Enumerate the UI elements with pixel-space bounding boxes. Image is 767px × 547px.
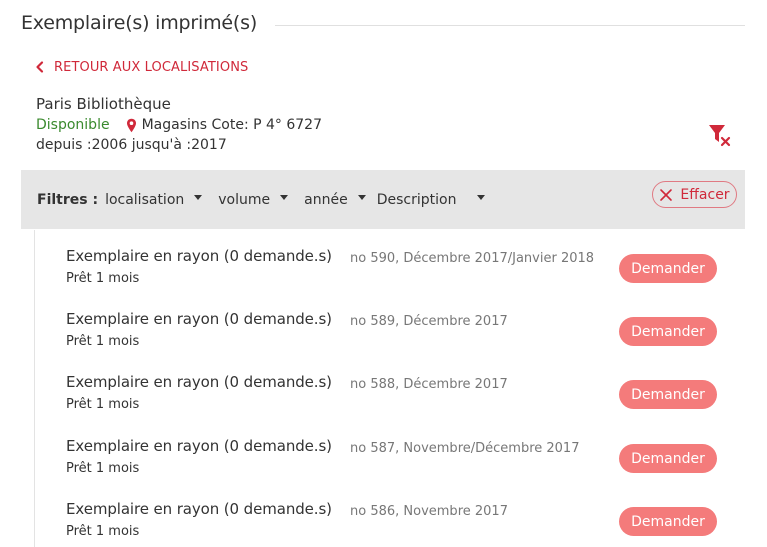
issue-description: no 589, Décembre 2017	[350, 314, 508, 329]
filter-localisation-label: localisation	[105, 191, 185, 208]
copy-status: Exemplaire en rayon (0 demande.s)	[66, 437, 332, 455]
loan-period: Prêt 1 mois	[66, 461, 140, 476]
caret-down-icon	[194, 195, 203, 200]
copies-list: Exemplaire en rayon (0 demande.s) Prêt 1…	[34, 230, 745, 547]
filter-localisation-dropdown[interactable]: localisation	[105, 188, 203, 212]
request-button[interactable]: Demander	[619, 254, 717, 283]
section-header: Exemplaire(s) imprimé(s)	[21, 9, 745, 37]
filter-description-label: Description	[376, 191, 457, 208]
library-info: Paris Bibliothèque Disponible Magasins C…	[36, 94, 322, 155]
copy-status: Exemplaire en rayon (0 demande.s)	[66, 310, 332, 328]
copy-status: Exemplaire en rayon (0 demande.s)	[66, 500, 332, 518]
clear-filters-label: Effacer	[680, 186, 730, 203]
caret-down-icon	[357, 195, 366, 200]
loan-period: Prêt 1 mois	[66, 271, 140, 286]
issue-description: no 586, Novembre 2017	[350, 504, 508, 519]
shelf-location: Magasins Cote: P 4° 6727	[141, 117, 322, 133]
issue-description: no 588, Décembre 2017	[350, 377, 508, 392]
request-button[interactable]: Demander	[619, 380, 717, 409]
filter-remove-icon[interactable]	[707, 123, 733, 147]
library-name: Paris Bibliothèque	[36, 95, 171, 113]
list-item: Exemplaire en rayon (0 demande.s) Prêt 1…	[35, 293, 746, 356]
caret-down-icon	[477, 195, 486, 200]
filter-year-label: année	[304, 191, 348, 208]
loan-period: Prêt 1 mois	[66, 524, 140, 539]
filters-label: Filtres :	[37, 191, 99, 208]
back-link-label: RETOUR AUX LOCALISATIONS	[54, 59, 249, 75]
loan-period: Prêt 1 mois	[66, 397, 140, 412]
request-button[interactable]: Demander	[619, 317, 717, 346]
availability-status: Disponible	[36, 117, 110, 133]
copy-status: Exemplaire en rayon (0 demande.s)	[66, 373, 332, 391]
request-button[interactable]: Demander	[619, 507, 717, 536]
holding-dates: depuis :2006 jusqu'à :2017	[36, 137, 227, 153]
availability-row: Disponible Magasins Cote: P 4° 6727	[36, 115, 322, 135]
filter-volume-label: volume	[218, 191, 271, 208]
filter-bar: Filtres : localisation volume année Desc…	[21, 170, 745, 229]
section-divider	[275, 24, 745, 26]
issue-description: no 590, Décembre 2017/Janvier 2018	[350, 251, 595, 266]
issue-description: no 587, Novembre/Décembre 2017	[350, 441, 580, 456]
filter-volume-dropdown[interactable]: volume	[218, 188, 289, 212]
close-icon	[660, 188, 673, 201]
filter-year-dropdown[interactable]: année	[304, 188, 366, 212]
chevron-left-icon	[36, 61, 44, 73]
loan-period: Prêt 1 mois	[66, 334, 140, 349]
list-item: Exemplaire en rayon (0 demande.s) Prêt 1…	[35, 483, 746, 546]
list-item: Exemplaire en rayon (0 demande.s) Prêt 1…	[35, 420, 746, 483]
clear-filters-button[interactable]: Effacer	[652, 181, 737, 208]
list-item: Exemplaire en rayon (0 demande.s) Prêt 1…	[35, 230, 746, 293]
filter-description-dropdown[interactable]: Description	[377, 188, 486, 212]
request-button[interactable]: Demander	[619, 444, 717, 473]
back-to-locations-link[interactable]: RETOUR AUX LOCALISATIONS	[34, 57, 248, 77]
list-item: Exemplaire en rayon (0 demande.s) Prêt 1…	[35, 356, 746, 419]
map-pin-icon	[126, 118, 136, 132]
section-title: Exemplaire(s) imprimé(s)	[21, 12, 258, 34]
copy-status: Exemplaire en rayon (0 demande.s)	[66, 247, 332, 265]
caret-down-icon	[280, 195, 289, 200]
